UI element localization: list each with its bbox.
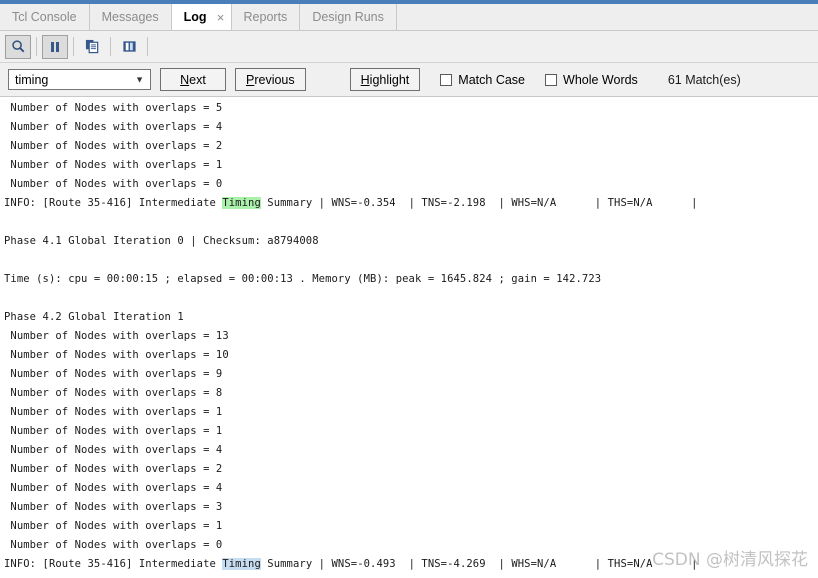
log-text: Number of Nodes with overlaps = 1 [4,520,223,532]
log-panel-window: Tcl Console Messages Log × Reports Design Run… [0,0,818,578]
log-text: Number of Nodes with overlaps = 4 [4,121,223,133]
match-case-label: Match Case [458,72,525,87]
copy-icon[interactable] [79,35,105,59]
highlight-button[interactable]: Highlight [349,68,421,91]
columns-icon-glyph [122,41,136,52]
log-line: Number of Nodes with overlaps = 0 [0,175,818,194]
log-text: Number of Nodes with overlaps = 1 [4,159,223,171]
log-text: Number of Nodes with overlaps = 0 [4,539,223,551]
log-line: Number of Nodes with overlaps = 1 [0,156,818,175]
whole-words-checkbox[interactable]: Whole Words [545,73,638,87]
log-line: Number of Nodes with overlaps = 4 [0,479,818,498]
toolbar-separator [110,37,111,56]
find-bar: timing ▼ Next Previous Highlight Match C… [0,63,818,97]
log-text: Number of Nodes with overlaps = 1 [4,406,223,418]
log-text: Number of Nodes with overlaps = 0 [4,178,223,190]
previous-button-mnemonic: P [246,72,255,87]
log-text: Number of Nodes with overlaps = 2 [4,463,223,475]
close-icon[interactable]: × [210,4,232,30]
tab-strip: Tcl Console Messages Log × Reports Design Run… [0,4,818,31]
log-line: Number of Nodes with overlaps = 13 [0,327,818,346]
next-button-label: ext [189,72,206,87]
log-line: Time (s): cpu = 00:00:15 ; elapsed = 00:… [0,270,818,289]
log-line: Phase 4.1 Global Iteration 0 | Checksum:… [0,232,818,251]
highlight-button-label: ighlight [369,72,410,87]
next-button[interactable]: Next [160,68,226,91]
match-case-checkbox[interactable]: Match Case [440,73,525,87]
log-text: Time (s): cpu = 00:00:15 ; elapsed = 00:… [4,273,602,285]
log-text: Number of Nodes with overlaps = 13 [4,330,229,342]
match-case-checkbox-box[interactable] [440,73,453,86]
log-output-pane[interactable]: Number of Nodes with overlaps = 5 Number… [0,97,818,578]
tab-design-runs[interactable]: Design Runs [300,4,397,30]
previous-button-label: revious [254,72,295,87]
log-line: Number of Nodes with overlaps = 9 [0,365,818,384]
log-line: Number of Nodes with overlaps = 4 [0,441,818,460]
log-text: Number of Nodes with overlaps = 8 [4,387,223,399]
log-line: Number of Nodes with overlaps = 2 [0,137,818,156]
log-toolbar [0,31,818,63]
search-icon-glyph [11,40,24,53]
log-line: Number of Nodes with overlaps = 5 [0,99,818,118]
toolbar-separator [147,37,148,56]
tab-label: Design Runs [312,10,384,24]
log-text: Number of Nodes with overlaps = 10 [4,349,229,361]
log-line: Number of Nodes with overlaps = 2 [0,460,818,479]
tab-label: Reports [243,10,288,24]
log-line: Phase 4.2 Global Iteration 1 [0,308,818,327]
log-text: Phase 4.2 Global Iteration 1 [4,311,184,323]
log-text: Summary | WNS=-0.493 | TNS=-4.269 | WHS=… [260,558,698,570]
log-text: Number of Nodes with overlaps = 5 [4,102,223,114]
copy-icon-glyph [85,39,98,54]
previous-button[interactable]: Previous [235,68,306,91]
toolbar-separator [36,37,37,56]
log-text: Phase 4.1 Global Iteration 0 | Checksum:… [4,235,319,247]
log-text: Summary | WNS=-0.354 | TNS=-2.198 | WHS=… [260,197,698,209]
tab-reports[interactable]: Reports [231,4,301,30]
search-input-value: timing [15,72,49,87]
watermark: CSDN @树清风探花 [652,550,808,570]
tab-label: Log [183,10,207,24]
tab-messages[interactable]: Messages [89,4,172,30]
tab-label: Tcl Console [12,10,77,24]
tab-log[interactable]: Log [171,4,211,30]
log-line: Number of Nodes with overlaps = 4 [0,118,818,137]
log-line: Number of Nodes with overlaps = 3 [0,498,818,517]
log-text: Number of Nodes with overlaps = 4 [4,444,223,456]
log-line: Number of Nodes with overlaps = 1 [0,403,818,422]
pause-icon[interactable] [42,34,68,59]
log-line: INFO: [Route 35-416] Intermediate Timing… [0,194,818,213]
toolbar-separator [73,37,74,56]
highlight-button-mnemonic: H [360,72,370,87]
tab-strip-filler [396,4,818,30]
log-text: Number of Nodes with overlaps = 1 [4,425,223,437]
whole-words-checkbox-box[interactable] [545,73,557,86]
pause-icon-glyph [51,41,59,52]
log-text: Number of Nodes with overlaps = 2 [4,140,223,152]
log-text: Number of Nodes with overlaps = 9 [4,368,223,380]
next-button-mnemonic: N [180,72,190,87]
log-line: Number of Nodes with overlaps = 10 [0,346,818,365]
log-text: Number of Nodes with overlaps = 4 [4,482,223,494]
search-match-current: Timing [222,558,261,570]
log-line: Number of Nodes with overlaps = 1 [0,517,818,536]
log-text: INFO: [Route 35-416] Intermediate [4,558,223,570]
tab-tcl-console[interactable]: Tcl Console [0,4,90,30]
columns-icon[interactable] [116,35,142,59]
search-icon[interactable] [5,34,31,59]
log-line: Number of Nodes with overlaps = 8 [0,384,818,403]
log-text: INFO: [Route 35-416] Intermediate [4,197,223,209]
log-text: Number of Nodes with overlaps = 3 [4,501,223,513]
search-match-highlight: Timing [222,197,261,209]
match-count-label: 61 Match(es) [667,72,741,87]
search-input[interactable]: timing ▼ [8,69,151,90]
whole-words-label: Whole Words [563,72,638,87]
log-line: Number of Nodes with overlaps = 1 [0,422,818,441]
tab-label: Messages [101,10,159,24]
chevron-down-icon[interactable]: ▼ [135,75,144,84]
